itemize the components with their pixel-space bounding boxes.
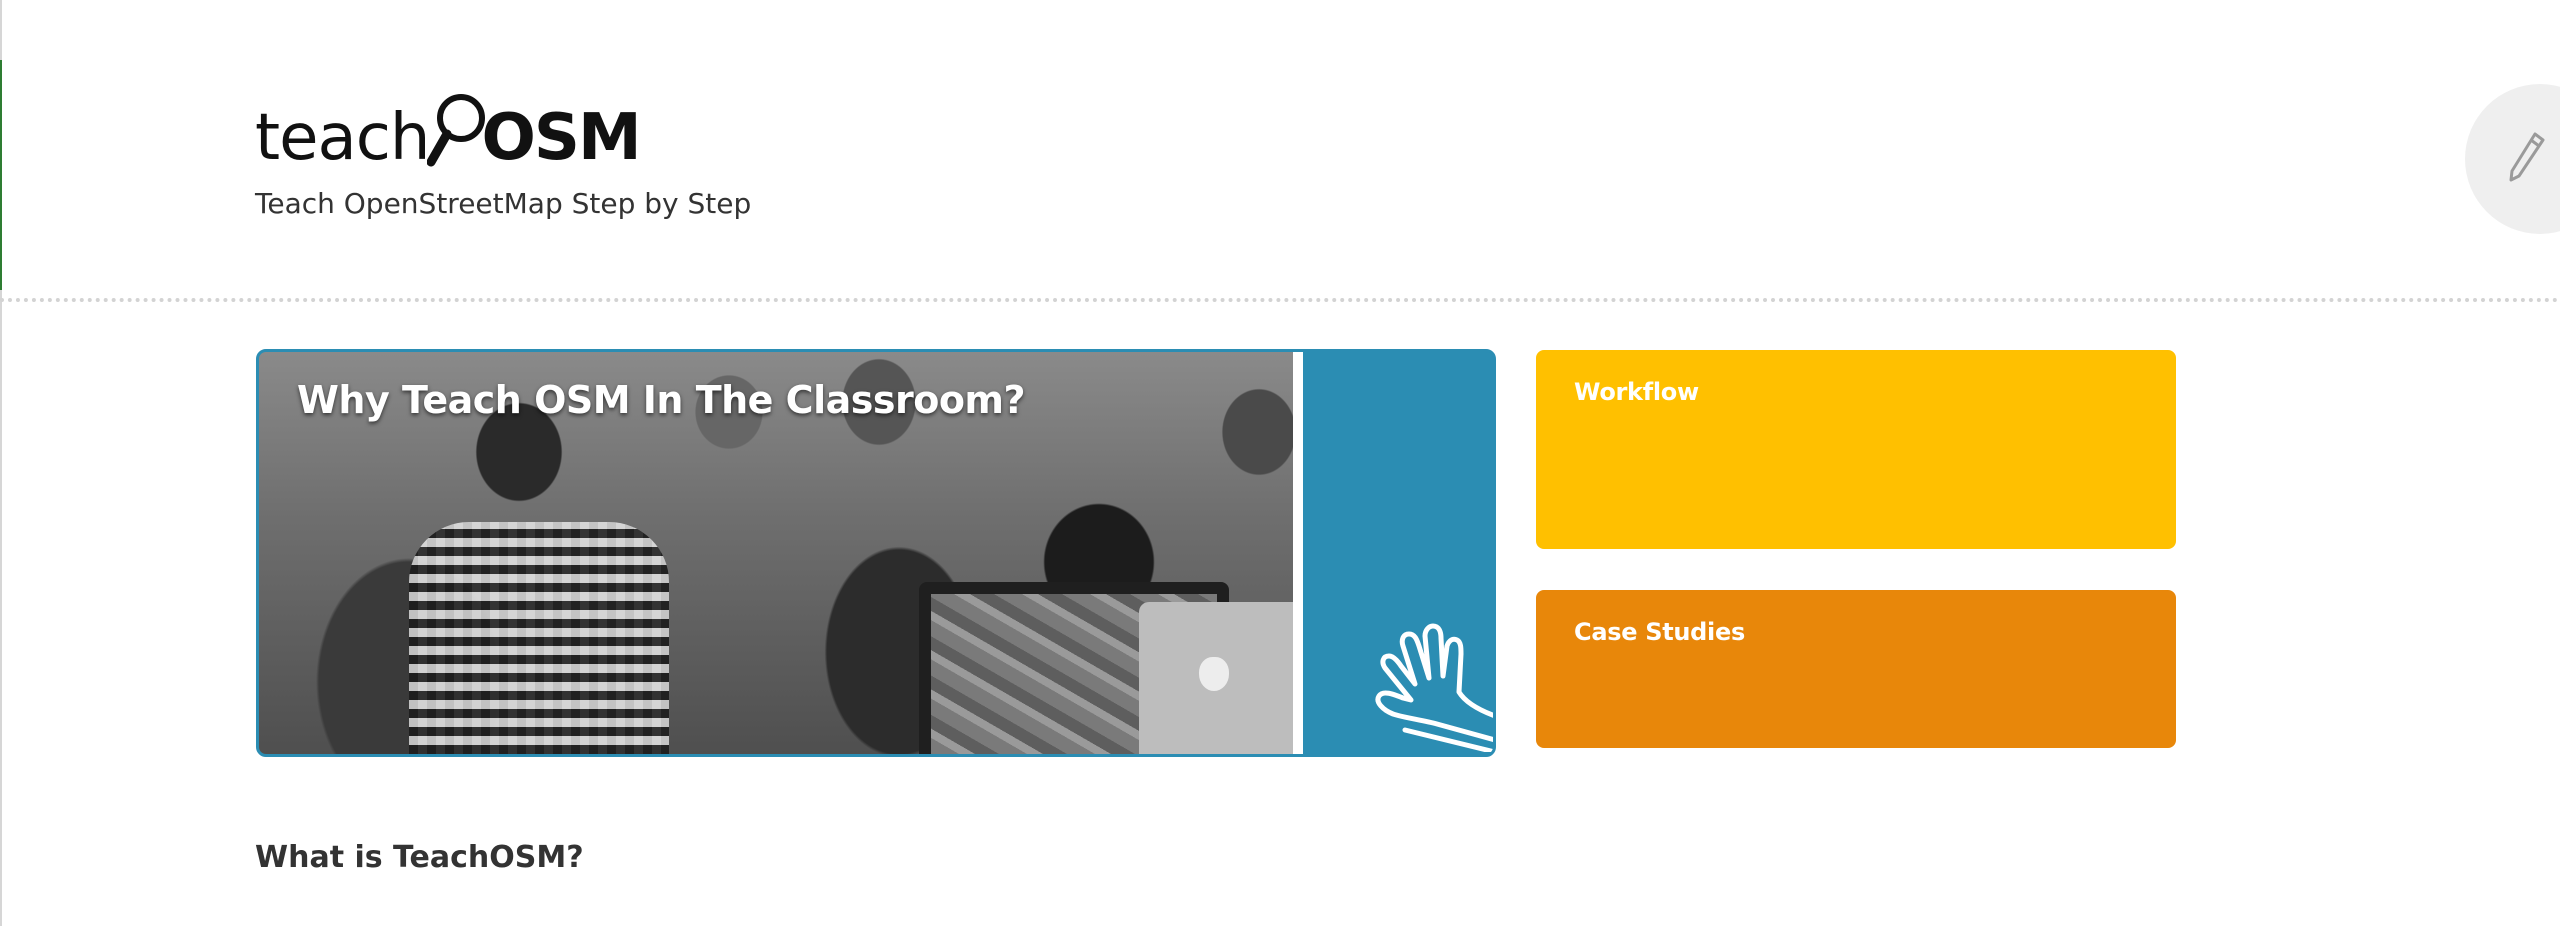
page: teach OSM Teach OpenStreetMap Step by St… bbox=[0, 0, 2560, 926]
card-case-studies[interactable]: Case Studies bbox=[1536, 590, 2176, 748]
feature-card-why-teach[interactable]: Why Teach OSM In The Classroom? bbox=[256, 349, 1496, 757]
site-tagline: Teach OpenStreetMap Step by Step bbox=[255, 187, 752, 220]
header-divider bbox=[0, 298, 2560, 302]
window-edge bbox=[0, 0, 2, 926]
logo-text-regular: teach bbox=[255, 101, 430, 175]
card-workflow-label: Workflow bbox=[1574, 378, 1699, 406]
pencil-icon bbox=[2507, 130, 2547, 189]
section-heading-what-is: What is TeachOSM? bbox=[255, 840, 584, 875]
logo-text-bold: OSM bbox=[481, 101, 641, 175]
card-case-studies-label: Case Studies bbox=[1574, 618, 1745, 646]
photo-laptop-logo bbox=[1199, 657, 1229, 691]
photo-student-plaid-shirt bbox=[409, 522, 669, 754]
feature-photo-divider bbox=[1293, 352, 1303, 754]
feature-title: Why Teach OSM In The Classroom? bbox=[297, 378, 1026, 422]
site-logo[interactable]: teach OSM bbox=[255, 70, 642, 175]
magnifier-icon bbox=[426, 82, 486, 170]
raised-hand-icon bbox=[1345, 612, 1493, 754]
window-edge-accent bbox=[0, 60, 2, 290]
card-workflow[interactable]: Workflow bbox=[1536, 350, 2176, 549]
edit-button[interactable] bbox=[2465, 84, 2560, 234]
